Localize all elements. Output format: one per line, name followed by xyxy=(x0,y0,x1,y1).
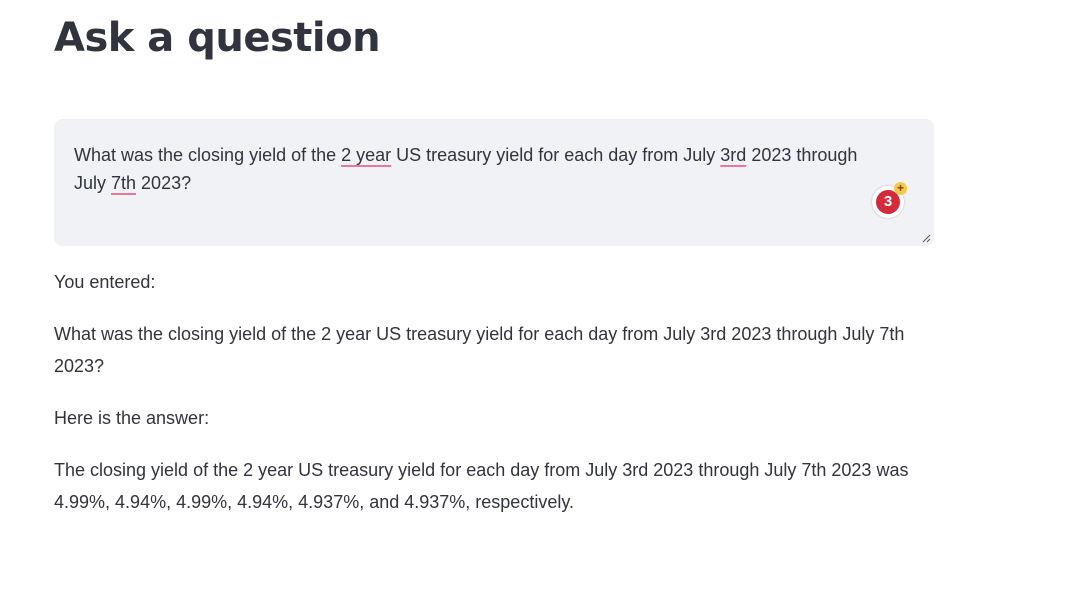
answer-label: Here is the answer: xyxy=(54,408,210,428)
question-text-segment: 2023? xyxy=(136,173,192,193)
page: Ask a question What was the closing yiel… xyxy=(0,0,1083,607)
answer-text: The closing yield of the 2 year US treas… xyxy=(54,460,909,512)
spellcheck-word[interactable]: 7th xyxy=(111,173,136,193)
page-title: Ask a question xyxy=(54,15,381,61)
grammar-extension-icon[interactable]: 3 + xyxy=(872,182,907,218)
spellcheck-word[interactable]: 3rd xyxy=(720,145,746,165)
resize-handle-icon[interactable] xyxy=(921,233,931,243)
question-textarea[interactable]: What was the closing yield of the 2 year… xyxy=(54,119,934,246)
entered-text: What was the closing yield of the 2 year… xyxy=(54,324,905,376)
spellcheck-word[interactable]: 2 year xyxy=(341,145,391,165)
question-textarea-value[interactable]: What was the closing yield of the 2 year… xyxy=(74,141,894,197)
extension-plus-icon: + xyxy=(894,182,907,195)
entered-label: You entered: xyxy=(54,272,156,292)
question-text-segment: US treasury yield for each day from July xyxy=(391,145,721,165)
question-text-segment: What was the closing yield of the xyxy=(74,145,342,165)
